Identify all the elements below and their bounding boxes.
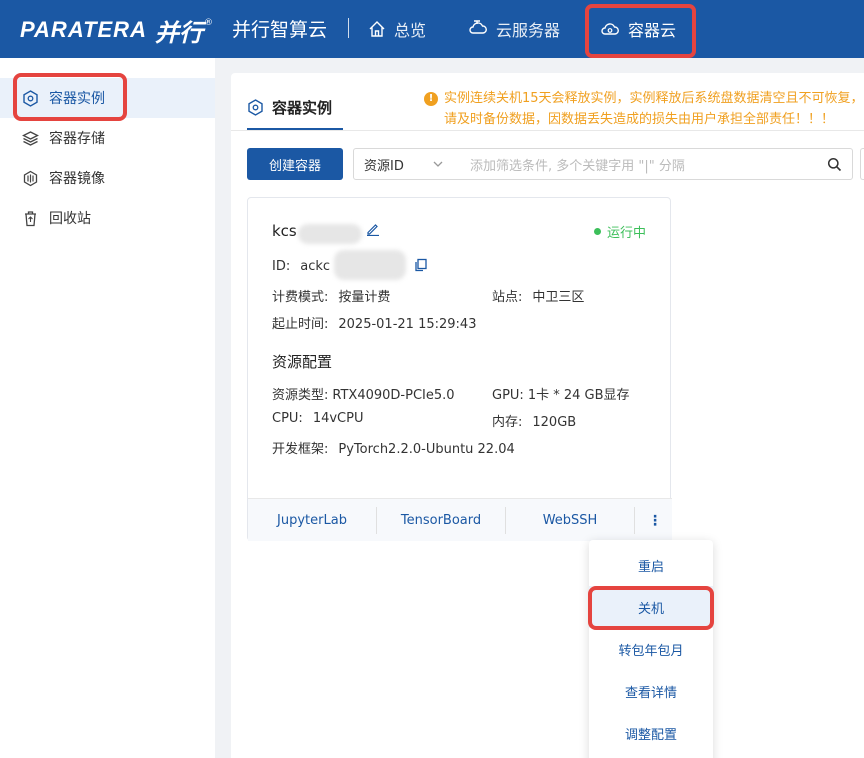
type-value: RTX4090D-PCIe5.0 (332, 388, 455, 403)
app-title: 并行智算云 (232, 19, 328, 41)
image-stack-icon (23, 170, 38, 186)
menu-item-view-details[interactable]: 查看详情 (589, 670, 713, 712)
brand-logo[interactable]: PARATERA 并行 ® (20, 14, 213, 47)
sidebar: 容器实例 容器存储 容器镜像 回收站 (0, 58, 215, 758)
menu-item-restart[interactable]: 重启 (589, 544, 713, 586)
more-actions-button[interactable]: ⋮ (648, 499, 662, 542)
sidebar-item-label: 回收站 (49, 211, 91, 227)
mem-label: 内存: (492, 415, 523, 430)
filter-key-label: 资源ID (364, 158, 404, 174)
nav-cloud-server[interactable]: 云服务器 (468, 0, 560, 58)
site-label: 站点: (492, 290, 523, 305)
type-label: 资源类型: (272, 388, 329, 403)
layers-icon (22, 130, 39, 146)
sidebar-item-container-image[interactable]: 容器镜像 (0, 158, 215, 198)
card-action-bar: JupyterLab TensorBoard WebSSH ⋮ (248, 498, 672, 541)
sidebar-item-label: 容器镜像 (49, 171, 105, 187)
filter-bar: 资源ID 添加筛选条件, 多个关键字用 "|" 分隔 (353, 148, 853, 180)
menu-item-adjust-config[interactable]: 调整配置 (589, 712, 713, 754)
nav-cloud-server-label: 云服务器 (496, 21, 561, 40)
cpu-value: 14vCPU (312, 411, 364, 426)
row-gpu: GPU: 1卡 * 24 GB显存 (492, 384, 630, 403)
gpu-value: 1卡 * 24 GB显存 (527, 388, 630, 403)
logo-latin: PARATERA (20, 17, 147, 42)
status-text: 运行中 (606, 226, 646, 241)
row-resource-type: 资源类型: RTX4090D-PCIe5.0 (272, 384, 455, 403)
time-label: 起止时间: (272, 317, 329, 332)
main-panel: 容器实例 ! 实例连续关机15天会释放实例，实例释放后系统盘数据清空且不可恢复，… (231, 73, 864, 758)
nav-container-highlight-box (585, 4, 696, 58)
redacted-id-blur (334, 250, 406, 280)
tab-bar: 容器实例 ! 实例连续关机15天会释放实例，实例释放后系统盘数据清空且不可恢复，… (231, 73, 864, 131)
tab-container-instance[interactable]: 容器实例 (247, 97, 332, 118)
resource-config-title: 资源配置 (272, 353, 333, 371)
row-id: ID: ackc (272, 259, 330, 274)
more-actions-menu: 重启 关机 转包年包月 查看详情 调整配置 (589, 540, 713, 758)
action-divider (634, 507, 635, 534)
filter-input[interactable]: 添加筛选条件, 多个关键字用 "|" 分隔 (454, 155, 816, 174)
warning-text: 实例连续关机15天会释放实例，实例释放后系统盘数据清空且不可恢复，请及时备份数据… (444, 91, 864, 127)
instance-name: kcs (272, 222, 297, 240)
cpu-label: CPU: (272, 411, 303, 426)
tensorboard-link[interactable]: TensorBoard (377, 499, 505, 542)
row-cpu: CPU: 14vCPU (272, 411, 363, 426)
title-divider (348, 18, 349, 38)
home-icon (369, 21, 385, 37)
trash-icon (25, 210, 36, 226)
sidebar-item-container-storage[interactable]: 容器存储 (0, 118, 215, 158)
registered-mark: ® (203, 18, 213, 28)
sidebar-item-label: 容器存储 (49, 131, 105, 147)
time-value: 2025-01-21 15:29:43 (338, 317, 477, 332)
tab-label: 容器实例 (272, 99, 333, 117)
shutdown-highlight-box (588, 586, 714, 630)
search-icon (827, 157, 841, 171)
mem-value: 120GB (532, 415, 577, 430)
gpu-label: GPU: (492, 388, 524, 403)
tab-active-underline (247, 128, 343, 130)
create-container-button[interactable]: 创建容器 (247, 148, 343, 180)
edit-icon[interactable] (366, 222, 380, 236)
framework-value: PyTorch2.2.0-Ubuntu 22.04 (338, 442, 515, 457)
id-value: ackc (300, 259, 331, 274)
redacted-name-blur (298, 224, 362, 244)
warning-notice: ! 实例连续关机15天会释放实例，实例释放后系统盘数据清空且不可恢复，请及时备份… (424, 88, 864, 130)
nav-overview-label: 总览 (394, 21, 427, 40)
framework-label: 开发框架: (272, 442, 329, 457)
top-bar: PARATERA 并行 ® 并行智算云 总览 云服务器 容器云 (0, 0, 864, 58)
filter-key-select[interactable]: 资源ID (354, 155, 454, 174)
id-label: ID: (272, 259, 291, 274)
status-badge: 运行中 (593, 222, 646, 241)
sidebar-highlight-box (13, 73, 127, 121)
cloud-server-icon (469, 20, 487, 34)
nav-overview[interactable]: 总览 (368, 0, 426, 58)
billing-value: 按量计费 (338, 290, 391, 305)
copy-icon[interactable] (414, 258, 428, 272)
row-billing: 计费模式: 按量计费 (272, 286, 390, 305)
webssh-link[interactable]: WebSSH (506, 499, 634, 542)
filter-extra-control[interactable] (860, 148, 864, 180)
logo-chinese: 并行 (154, 18, 203, 47)
row-memory: 内存: 120GB (492, 411, 576, 430)
sidebar-item-recycle-bin[interactable]: 回收站 (0, 198, 215, 238)
row-framework: 开发框架: PyTorch2.2.0-Ubuntu 22.04 (272, 438, 515, 457)
jupyterlab-link[interactable]: JupyterLab (248, 499, 376, 542)
menu-item-convert-subscription[interactable]: 转包年包月 (589, 628, 713, 670)
container-instance-icon (248, 99, 263, 116)
warning-icon: ! (424, 92, 438, 106)
row-time: 起止时间: 2025-01-21 15:29:43 (272, 313, 476, 332)
chevron-down-icon (433, 161, 443, 167)
row-site: 站点: 中卫三区 (492, 286, 584, 305)
container-instance-card: kcs 运行中 ID: ackc 计费模式: 按量计费 站点: 中卫三区 起止时间: 2… (247, 197, 672, 541)
search-button[interactable] (816, 157, 852, 172)
billing-label: 计费模式: (272, 290, 329, 305)
status-dot-icon (593, 228, 601, 235)
site-value: 中卫三区 (532, 290, 585, 305)
